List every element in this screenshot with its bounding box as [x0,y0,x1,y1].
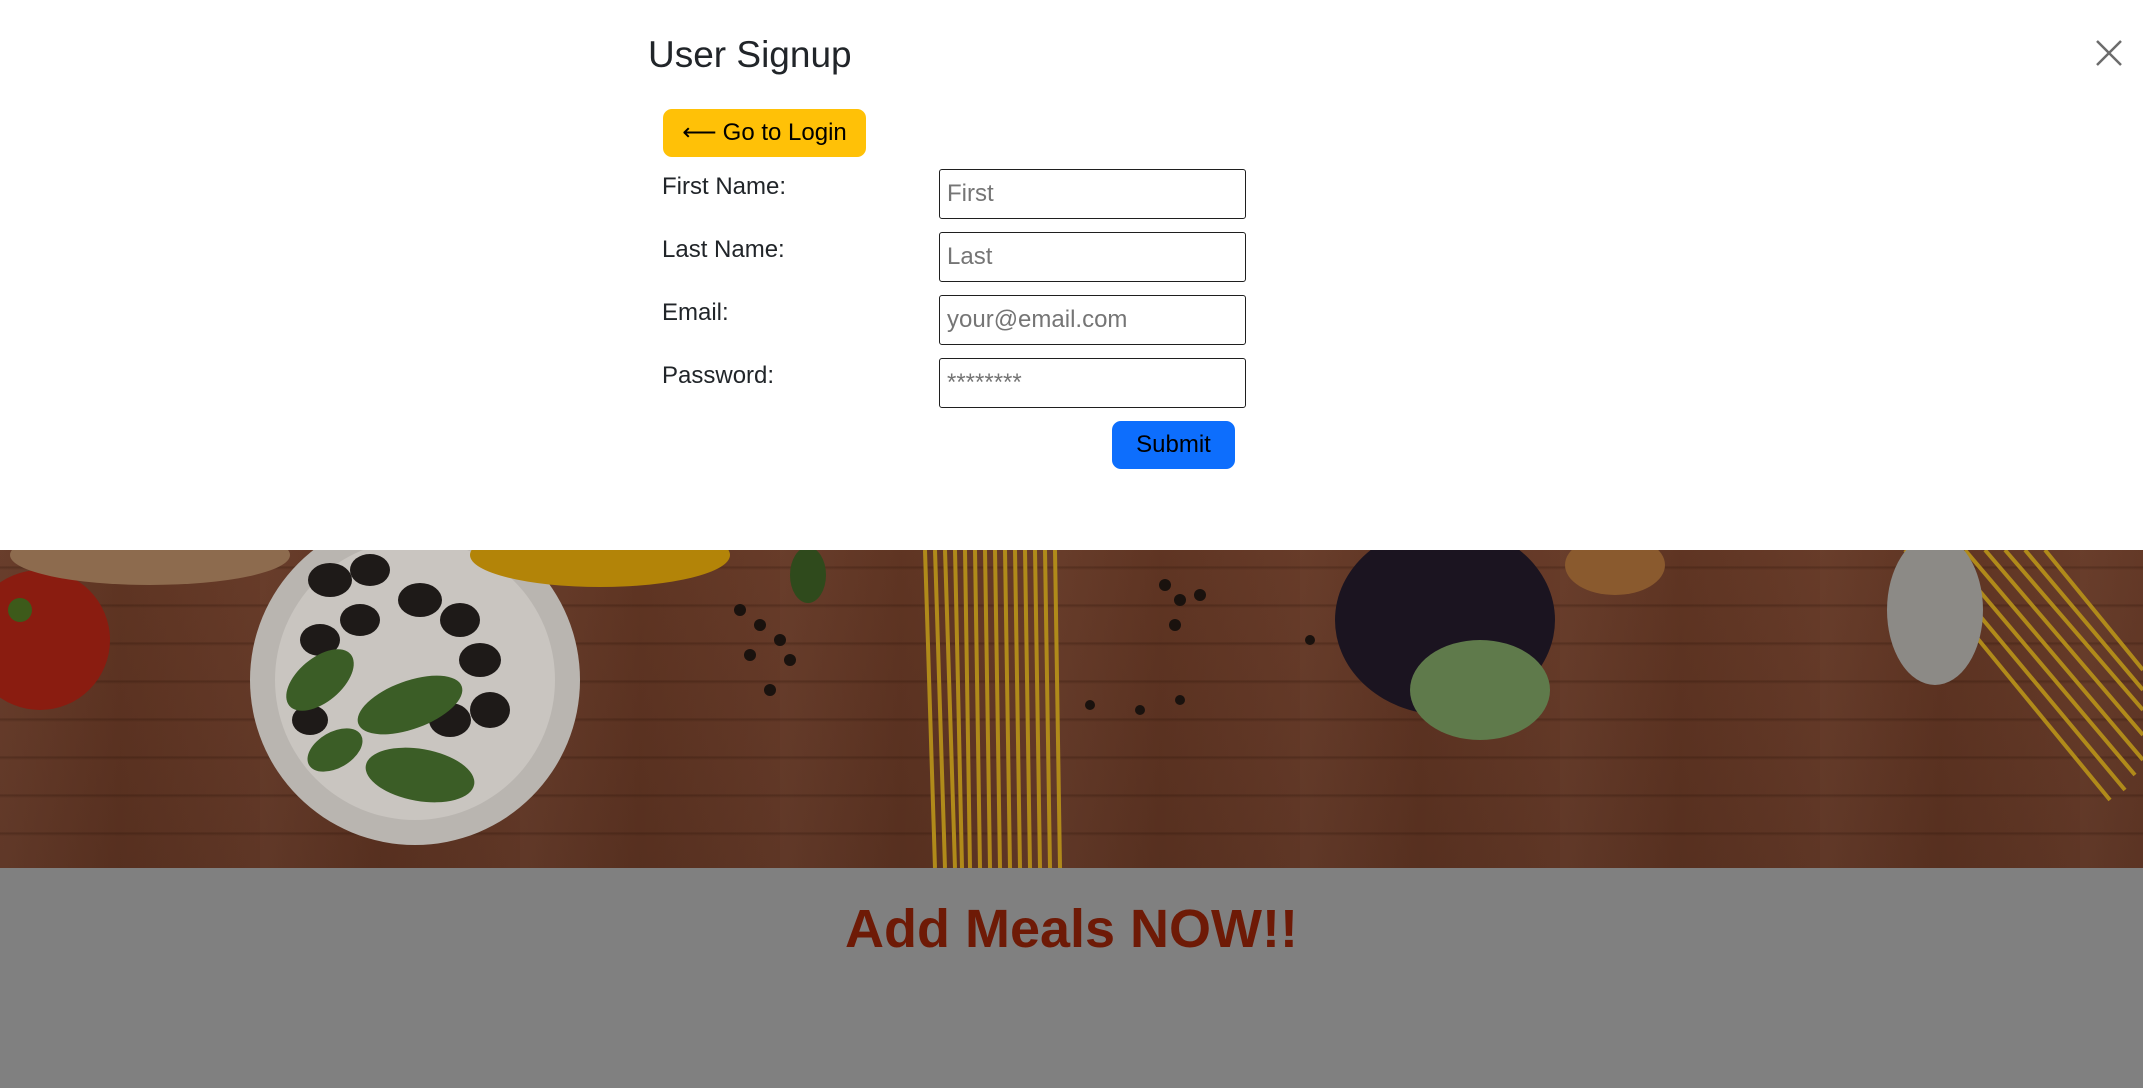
email-input[interactable] [939,295,1246,345]
tomato-shape [0,570,110,710]
close-icon [2096,40,2122,66]
first-name-input[interactable] [939,169,1246,219]
last-name-input[interactable] [939,232,1246,282]
go-to-login-button[interactable]: ⟵ Go to Login [663,109,866,157]
modal-title: User Signup [648,34,852,75]
last-name-label: Last Name: [662,236,785,263]
password-input[interactable] [939,358,1246,408]
close-button[interactable] [2094,38,2124,68]
password-label: Password: [662,362,775,389]
signup-modal: User Signup ⟵ Go to Login First Name: La… [0,0,2143,550]
spaghetti-shape [923,549,1062,868]
arrow-left-icon: ⟵ [682,119,717,146]
email-label: Email: [662,299,729,326]
page: Add Meals NOW!! User Signup ⟵ Go to Logi… [0,0,2143,1088]
submit-button[interactable]: Submit [1112,421,1235,469]
page-headline: Add Meals NOW!! [845,899,1298,959]
jar-shape [1887,535,1983,685]
first-name-label: First Name: [662,173,787,200]
go-to-login-label: Go to Login [722,119,847,146]
